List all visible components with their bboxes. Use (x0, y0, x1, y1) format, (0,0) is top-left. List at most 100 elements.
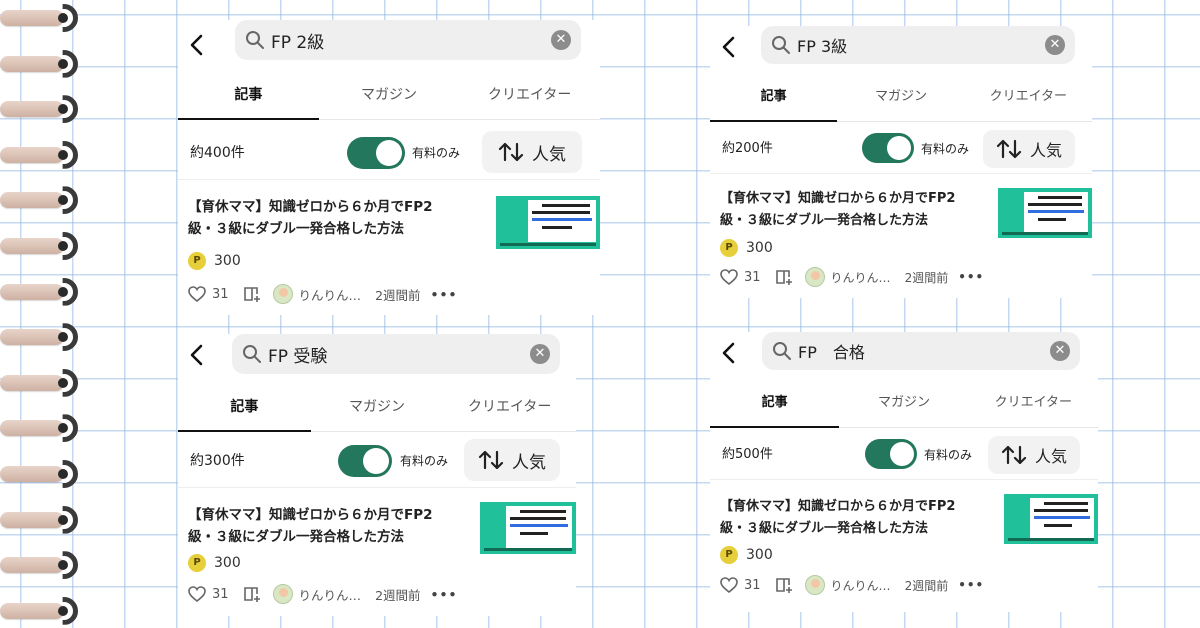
author-avatar[interactable] (804, 575, 825, 595)
author-avatar[interactable] (804, 267, 825, 287)
search-input[interactable]: FP 2級 ✕ (235, 20, 581, 60)
more-options-icon[interactable]: ••• (431, 587, 458, 602)
paid-only-label: 有料のみ (924, 448, 973, 462)
tab-magazines[interactable]: マガジン (311, 384, 444, 431)
paid-only-label: 有料のみ (412, 146, 461, 160)
back-arrow-icon[interactable] (716, 340, 742, 366)
more-options-icon[interactable]: ••• (431, 287, 458, 302)
article-title[interactable]: 【育休ママ】知識ゼロから６か月でFP2 級・３級にダブル一発合格した方法 (720, 496, 955, 540)
thumbnail-card (506, 506, 572, 548)
search-input[interactable]: FP 合格 ✕ (762, 332, 1080, 370)
article-card[interactable]: 【育休ママ】知識ゼロから６か月でFP2 級・３級にダブル一発合格した方法 P 3… (710, 494, 1098, 608)
tab-magazines[interactable]: マガジン (837, 74, 964, 121)
like-count: 31 (744, 577, 761, 593)
binding-ring (0, 186, 86, 215)
tab-creators[interactable]: クリエイター (459, 72, 600, 119)
search-header: FP 受験 ✕ (178, 334, 576, 386)
article-meta: 31 りんりん… 2週間前 ••• (188, 584, 457, 604)
back-arrow-icon[interactable] (184, 32, 210, 58)
clear-search-icon[interactable]: ✕ (1050, 341, 1070, 361)
paid-only-toggle[interactable] (347, 137, 405, 169)
search-query: FP 合格 (798, 343, 865, 362)
sort-arrows-icon (478, 450, 504, 470)
heart-icon[interactable] (720, 577, 738, 593)
search-icon (772, 36, 790, 54)
filter-row: 約400件 有料のみ 人気 (178, 126, 600, 180)
author-name[interactable]: りんりん… (831, 577, 891, 594)
search-input[interactable]: FP 受験 ✕ (232, 334, 560, 374)
result-count: 約200件 (722, 141, 773, 156)
article-title[interactable]: 【育休ママ】知識ゼロから６か月でFP2 級・３級にダブル一発合格した方法 (188, 196, 433, 240)
article-card[interactable]: 【育休ママ】知識ゼロから６か月でFP2 級・３級にダブル一発合格した方法 P 3… (178, 502, 576, 614)
tab-articles[interactable]: 記事 (710, 74, 838, 122)
paid-only-toggle[interactable] (862, 133, 914, 163)
back-arrow-icon[interactable] (184, 342, 210, 368)
search-panel-fp3: FP 3級 ✕ 記事 マガジン クリエイター 約200件 有料のみ 人気 【育休… (710, 26, 1092, 298)
article-title-line: 【育休ママ】知識ゼロから６か月でFP2 (720, 191, 956, 206)
add-to-magazine-icon[interactable] (775, 269, 793, 285)
article-title[interactable]: 【育休ママ】知識ゼロから６か月でFP2 級・３級にダブル一発合格した方法 (188, 504, 433, 548)
author-name[interactable]: りんりん… (831, 269, 891, 286)
author-name[interactable]: りんりん… (299, 585, 362, 604)
post-date: 2週間前 (375, 587, 421, 603)
price: P 300 (188, 252, 241, 270)
author-avatar[interactable] (272, 584, 293, 604)
point-coin-icon: P (720, 546, 738, 564)
article-thumbnail[interactable] (496, 196, 600, 249)
binding-ring (0, 460, 86, 488)
article-title[interactable]: 【育休ママ】知識ゼロから６か月でFP2 級・３級にダブル一発合格した方法 (720, 188, 955, 232)
toggle-knob (363, 448, 389, 474)
add-to-magazine-icon[interactable] (243, 286, 261, 302)
more-options-icon[interactable]: ••• (958, 578, 984, 592)
author-avatar[interactable] (272, 284, 293, 304)
binding-ring (0, 596, 86, 625)
article-thumbnail[interactable] (1004, 494, 1098, 544)
sort-button[interactable]: 人気 (464, 439, 560, 481)
back-arrow-icon[interactable] (716, 34, 742, 60)
filter-row: 約500件 有料のみ 人気 (710, 430, 1098, 480)
article-thumbnail[interactable] (998, 188, 1092, 238)
binding-ring (0, 49, 86, 78)
search-header: FP 2級 ✕ (178, 20, 600, 72)
search-header: FP 3級 ✕ (710, 26, 1092, 78)
add-to-magazine-icon[interactable] (775, 577, 793, 593)
heart-icon[interactable] (188, 286, 206, 302)
article-card[interactable]: 【育休ママ】知識ゼロから６か月でFP2 級・３級にダブル一発合格した方法 P 3… (710, 188, 1092, 298)
add-to-magazine-icon[interactable] (243, 586, 261, 602)
search-input[interactable]: FP 3級 ✕ (761, 26, 1075, 64)
sort-button[interactable]: 人気 (988, 436, 1080, 474)
sort-button[interactable]: 人気 (983, 130, 1075, 168)
article-thumbnail[interactable] (480, 502, 576, 554)
author-name[interactable]: りんりん… (299, 285, 362, 304)
binding-ring (0, 414, 86, 443)
more-options-icon[interactable]: ••• (958, 270, 984, 284)
tab-magazines[interactable]: マガジン (839, 380, 968, 427)
tab-articles[interactable]: 記事 (178, 384, 311, 432)
like-count: 31 (212, 586, 229, 602)
binding-ring (0, 232, 86, 260)
thumbnail-strip (1002, 232, 1088, 235)
post-date: 2週間前 (904, 270, 949, 285)
article-title-line: 級・３級にダブル一発合格した方法 (720, 213, 929, 228)
sort-button[interactable]: 人気 (482, 131, 582, 173)
result-count: 約400件 (190, 145, 245, 161)
tab-creators[interactable]: クリエイター (443, 384, 576, 431)
article-card[interactable]: 【育休ママ】知識ゼロから６か月でFP2 級・３級にダブル一発合格した方法 P 3… (178, 196, 600, 311)
article-meta: 31 りんりん… 2週間前 ••• (188, 284, 457, 304)
clear-search-icon[interactable]: ✕ (530, 344, 550, 364)
paid-only-toggle[interactable] (338, 445, 392, 477)
heart-icon[interactable] (720, 269, 738, 285)
tab-articles[interactable]: 記事 (710, 380, 840, 428)
tab-creators[interactable]: クリエイター (969, 380, 1098, 427)
paid-only-toggle[interactable] (865, 439, 917, 469)
heart-icon[interactable] (188, 586, 206, 602)
binding-ring (0, 95, 86, 124)
tab-creators[interactable]: クリエイター (965, 74, 1092, 121)
result-count: 約300件 (190, 453, 245, 469)
clear-search-icon[interactable]: ✕ (551, 30, 571, 50)
clear-search-icon[interactable]: ✕ (1045, 35, 1065, 55)
filter-row: 約200件 有料のみ 人気 (710, 124, 1092, 174)
tab-magazines[interactable]: マガジン (319, 72, 460, 119)
tab-articles[interactable]: 記事 (178, 72, 319, 120)
price: P 300 (720, 239, 773, 257)
